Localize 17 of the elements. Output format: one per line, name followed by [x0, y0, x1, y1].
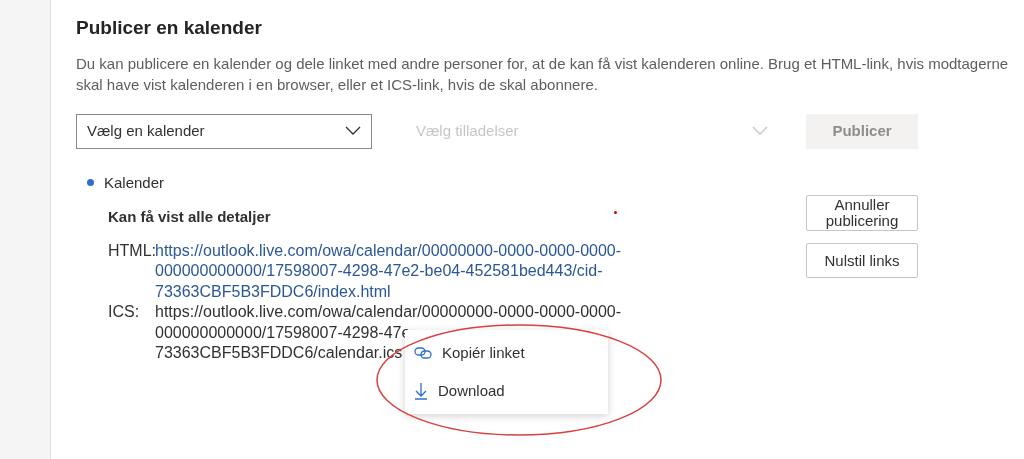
url-link[interactable]: https://outlook.live.com/owa/calendar/00000000-0000-0000-0000- 000000000000/17598007-4298-47e2-be04-452581bed443/cid- 73363CBF5B3FDDC6/index.html — [155, 240, 622, 302]
action-button[interactable]: Annuller publicering — [806, 195, 918, 231]
dot-mark — [614, 211, 617, 214]
menu-item[interactable]: Download — [405, 372, 608, 410]
permission-label: Kan få vist alle detaljer — [108, 207, 271, 227]
url-text: https://outlook.live.com/owa/calendar/00000000-0000-0000-0000- — [155, 302, 622, 322]
download-icon — [414, 382, 428, 400]
chevron-icon — [345, 126, 361, 136]
calendar-name: Kalender — [104, 172, 165, 193]
panel-title: Publicer en kalender — [76, 16, 263, 40]
link-label: ICS: — [108, 302, 141, 322]
chevron-icon — [752, 126, 768, 136]
link-icon — [414, 347, 432, 359]
link-label: HTML: — [108, 240, 155, 261]
dropdown[interactable]: Vælg en kalender — [76, 113, 372, 149]
action-button[interactable]: Nulstil links — [806, 243, 918, 278]
description-text: Du kan publicere en kalender og dele linket med andre personer for, at de kan få vist kalenderen online. Brug et HTML-link, hvis modtagerne skal have vist kalenderen i en browser, eller et ICS-link, hvis de skal abonnere. — [76, 53, 1010, 95]
